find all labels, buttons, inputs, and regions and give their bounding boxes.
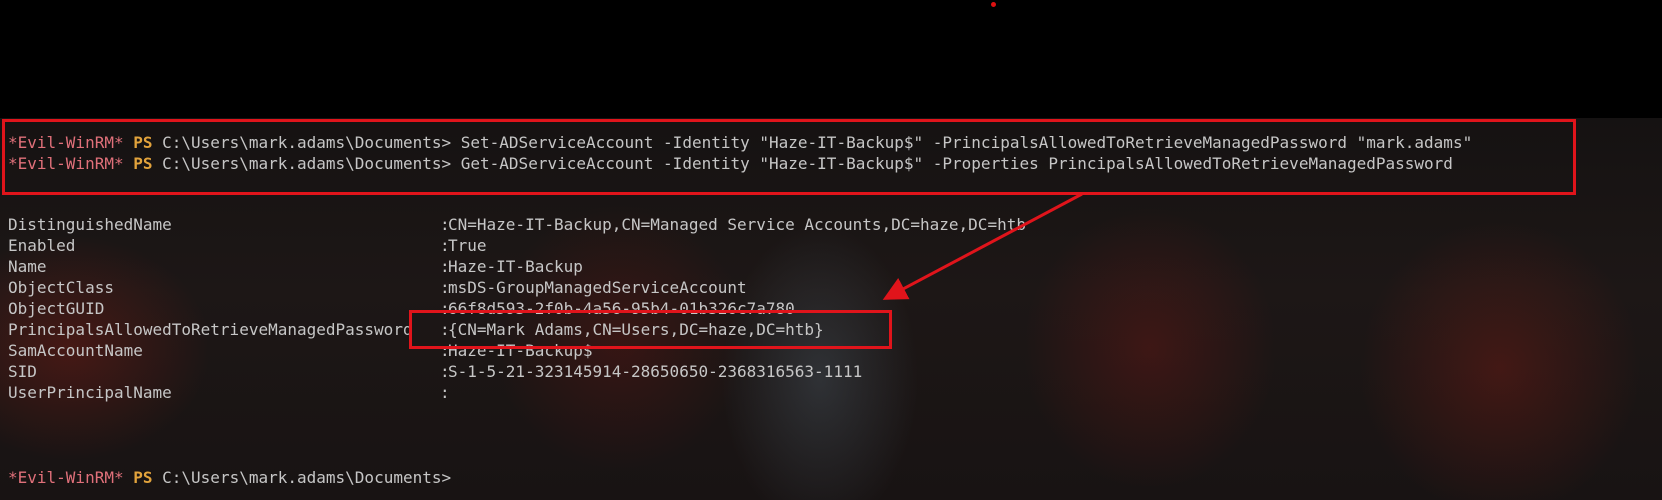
property-name: ObjectGUID	[8, 299, 105, 318]
top-black-area	[0, 0, 1662, 118]
property-name: UserPrincipalName	[8, 383, 172, 402]
output-row: Name: Haze-IT-Backup	[8, 256, 1208, 277]
property-value: S-1-5-21-323145914-28650650-2368316563-1…	[448, 362, 863, 381]
property-value: True	[448, 236, 487, 255]
property-name: DistinguishedName	[8, 215, 172, 234]
output-row: Enabled: True	[8, 235, 1208, 256]
output-row: DistinguishedName: CN=Haze-IT-Backup,CN=M…	[8, 214, 1208, 235]
separator: :	[440, 383, 450, 402]
property-name: SamAccountName	[8, 341, 143, 360]
output-row: ObjectClass: msDS-GroupManagedServiceAcco…	[8, 277, 1208, 298]
property-value: msDS-GroupManagedServiceAccount	[448, 278, 747, 297]
value-highlight-box	[409, 310, 892, 349]
output-row: SID: S-1-5-21-323145914-28650650-23683165…	[8, 361, 1208, 382]
commands-highlight-box	[2, 119, 1576, 195]
property-value: CN=Haze-IT-Backup,CN=Managed Service Acc…	[448, 215, 1026, 234]
property-name: ObjectClass	[8, 278, 114, 297]
property-value: Haze-IT-Backup	[448, 257, 583, 276]
property-name: Name	[8, 257, 47, 276]
property-name: PrincipalsAllowedToRetrieveManagedPasswo…	[8, 320, 413, 339]
property-name: Enabled	[8, 236, 76, 255]
output-row: UserPrincipalName:	[8, 382, 1208, 403]
prompt-ps: PS	[133, 468, 153, 487]
red-dot-marker	[991, 2, 996, 7]
current-prompt-line[interactable]: *Evil-WinRM* PS C:\Users\mark.adams\Docu…	[8, 467, 451, 488]
prompt-path: C:\Users\mark.adams\Documents>	[162, 468, 452, 487]
property-name: SID	[8, 362, 37, 381]
prompt-shell: *Evil-WinRM*	[8, 468, 124, 487]
